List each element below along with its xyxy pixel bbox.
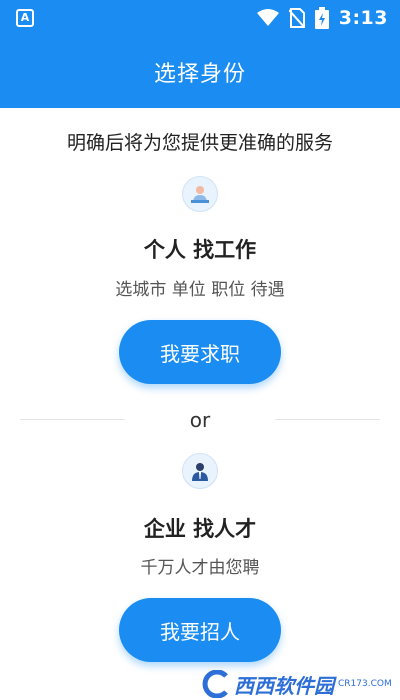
page-title: 选择身份 — [153, 62, 246, 87]
battery-charging-icon — [314, 7, 329, 29]
header: 选择身份 — [0, 36, 400, 108]
watermark-logo-icon — [202, 670, 228, 698]
job-seeker-title: 个人 找工作 — [143, 238, 257, 262]
status-bar: A 3:13 — [0, 0, 400, 36]
hire-talent-button[interactable]: 我要招人 — [119, 598, 281, 662]
no-sim-icon — [288, 8, 305, 28]
find-job-button[interactable]: 我要求职 — [119, 320, 281, 384]
app-notification-icon: A — [16, 9, 34, 27]
employer-avatar-icon — [182, 453, 218, 489]
status-indicators: 3:13 — [256, 0, 388, 36]
job-seeker-subtitle: 选城市 单位 职位 待遇 — [115, 280, 285, 300]
job-seeker-avatar-icon — [182, 176, 218, 212]
watermark: 西西软件园 CR173.COM — [200, 668, 400, 700]
employer-subtitle: 千万人才由您聘 — [140, 558, 260, 578]
watermark-site: CR173.COM — [338, 679, 392, 689]
divider-right — [275, 419, 380, 420]
wifi-icon — [256, 9, 279, 26]
or-separator: or — [189, 408, 211, 432]
watermark-brand: 西西软件园 — [234, 673, 334, 698]
clock: 3:13 — [338, 7, 388, 29]
employer-title: 企业 找人才 — [143, 517, 257, 541]
intro-text: 明确后将为您提供更准确的服务 — [66, 132, 333, 154]
